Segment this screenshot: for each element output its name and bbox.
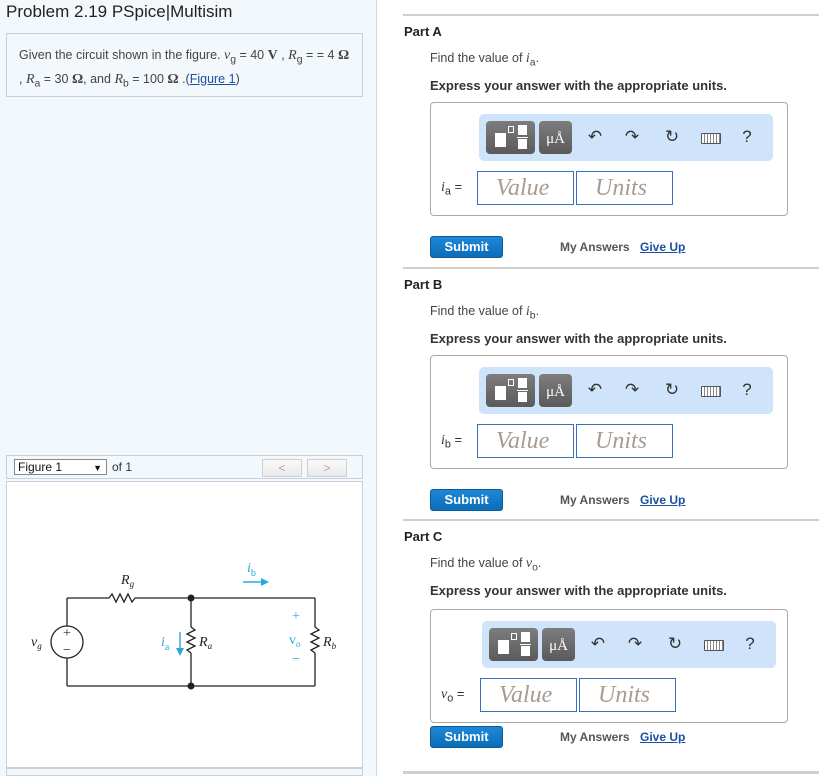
answer-label: vo = <box>441 686 465 705</box>
figure-footer <box>6 768 363 776</box>
label-rb: Rb <box>322 635 337 651</box>
math-toolbar: μÅ ↶ ↷ ↻ ? <box>482 621 776 668</box>
help-icon[interactable]: ? <box>738 634 762 654</box>
redo-icon[interactable]: ↷ <box>620 380 644 400</box>
next-figure-button[interactable]: > <box>307 459 347 477</box>
templates-button[interactable] <box>486 121 535 154</box>
question: Find the value of vo. <box>430 556 542 574</box>
undo-icon[interactable]: ↶ <box>583 380 607 400</box>
prev-figure-button[interactable]: < <box>262 459 302 477</box>
figure-link[interactable]: Figure 1 <box>190 72 236 86</box>
figure-count: of 1 <box>112 460 133 474</box>
vo-plus: + <box>292 609 300 624</box>
problem-title: Problem 2.19 PSpice|Multisim <box>6 2 233 21</box>
node-dot <box>187 682 195 690</box>
units-button[interactable]: μÅ <box>539 374 572 407</box>
reset-icon[interactable]: ↻ <box>663 634 687 654</box>
ia-arrowhead <box>176 648 184 656</box>
units-button[interactable]: μÅ <box>542 628 575 661</box>
vo-minus: − <box>292 652 300 667</box>
reset-icon[interactable]: ↻ <box>660 127 684 147</box>
node-dot <box>187 594 195 602</box>
label-ra: Ra <box>198 635 213 651</box>
give-up-link[interactable]: Give Up <box>640 240 685 254</box>
units-button[interactable]: μÅ <box>539 121 572 154</box>
part-header: Part C <box>404 529 443 544</box>
part-c: Part C Find the value of vo. Express you… <box>403 519 819 764</box>
give-up-link[interactable]: Give Up <box>640 493 685 507</box>
label-ia: ia <box>161 635 170 653</box>
keyboard-icon[interactable] <box>701 386 721 397</box>
value-input[interactable]: Value <box>477 424 574 458</box>
my-answers-link[interactable]: My Answers <box>560 493 630 507</box>
answer-box: μÅ ↶ ↷ ↻ ? ib = Value Units <box>430 355 788 469</box>
answer-box: μÅ ↶ ↷ ↻ ? vo = Value Units <box>430 609 788 723</box>
label-ib: ib <box>247 561 256 579</box>
ib-arrowhead <box>261 578 269 586</box>
submit-button[interactable]: Submit <box>430 489 503 511</box>
submit-button[interactable]: Submit <box>430 236 503 258</box>
help-icon[interactable]: ? <box>735 127 759 147</box>
keyboard-icon[interactable] <box>701 133 721 144</box>
instruction: Express your answer with the appropriate… <box>430 331 727 346</box>
templates-button[interactable] <box>486 374 535 407</box>
my-answers-link[interactable]: My Answers <box>560 730 630 744</box>
undo-icon[interactable]: ↶ <box>583 127 607 147</box>
part-header: Part B <box>404 277 443 292</box>
math-toolbar: μÅ ↶ ↷ ↻ ? <box>479 367 773 414</box>
divider <box>403 519 819 521</box>
circuit-diagram: + − vg Rg Ra Rb ia ib + − vo <box>31 561 337 690</box>
part-b: Part B Find the value of ib. Express you… <box>403 267 819 511</box>
give-up-link[interactable]: Give Up <box>640 730 685 744</box>
figure-navigator: Figure 1 ▼ of 1 < > <box>6 455 363 479</box>
divider <box>403 14 819 16</box>
resistor-rg <box>108 592 136 604</box>
part-a: Part A Find the value of ia. Express you… <box>403 14 819 258</box>
parts-panel: Part A Find the value of ia. Express you… <box>378 0 819 776</box>
units-input[interactable]: Units <box>576 424 673 458</box>
divider <box>403 771 819 774</box>
answer-box: μÅ ↶ ↷ ↻ ? ia = Value Units <box>430 102 788 216</box>
templates-button[interactable] <box>489 628 538 661</box>
instruction: Express your answer with the appropriate… <box>430 78 727 93</box>
redo-icon[interactable]: ↷ <box>620 127 644 147</box>
instruction: Express your answer with the appropriate… <box>430 583 727 598</box>
label-vo: vo <box>289 633 301 649</box>
problem-panel: Problem 2.19 PSpice|Multisim Given the c… <box>0 0 377 776</box>
units-input[interactable]: Units <box>579 678 676 712</box>
units-input[interactable]: Units <box>576 171 673 205</box>
answer-label: ia = <box>441 179 463 198</box>
submit-button[interactable]: Submit <box>430 726 503 748</box>
value-input[interactable]: Value <box>480 678 577 712</box>
keyboard-icon[interactable] <box>704 640 724 651</box>
value-input[interactable]: Value <box>477 171 574 205</box>
question: Find the value of ib. <box>430 304 540 322</box>
question: Find the value of ia. <box>430 51 540 69</box>
label-rg: Rg <box>120 573 135 589</box>
reset-icon[interactable]: ↻ <box>660 380 684 400</box>
math-toolbar: μÅ ↶ ↷ ↻ ? <box>479 114 773 161</box>
source-plus: + <box>63 626 71 641</box>
problem-statement: Given the circuit shown in the figure. v… <box>6 33 363 97</box>
figure-select[interactable]: Figure 1 ▼ <box>14 459 107 475</box>
redo-icon[interactable]: ↷ <box>623 634 647 654</box>
label-vg: vg <box>31 635 42 651</box>
figure-area: + − vg Rg Ra Rb ia ib + − vo <box>6 481 363 768</box>
my-answers-link[interactable]: My Answers <box>560 240 630 254</box>
resistor-rb <box>309 626 321 654</box>
source-minus: − <box>63 643 71 658</box>
help-icon[interactable]: ? <box>735 380 759 400</box>
part-header: Part A <box>404 24 442 39</box>
divider <box>403 267 819 269</box>
answer-label: ib = <box>441 432 463 451</box>
undo-icon[interactable]: ↶ <box>586 634 610 654</box>
resistor-ra <box>185 626 197 654</box>
chevron-down-icon: ▼ <box>93 463 102 473</box>
